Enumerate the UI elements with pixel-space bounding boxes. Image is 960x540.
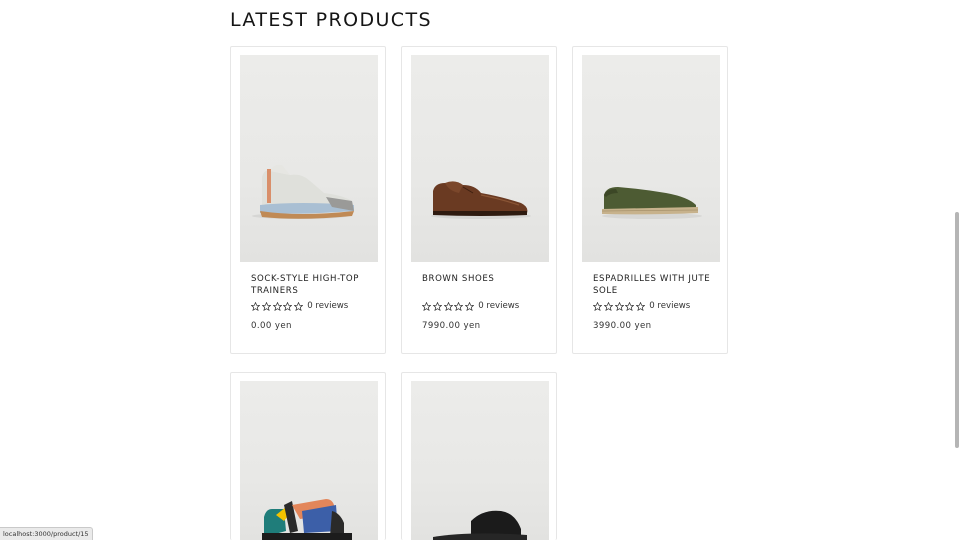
product-card[interactable] <box>401 372 557 540</box>
product-price: 0.00 yen <box>251 321 292 331</box>
star-outline-icon <box>614 301 624 311</box>
product-image[interactable] <box>411 381 549 540</box>
star-outline-icon <box>272 301 282 311</box>
product-image[interactable] <box>411 55 549 262</box>
trainer-shoe-image <box>252 164 354 219</box>
product-image[interactable] <box>582 55 720 262</box>
product-card[interactable]: BROWN SHOES 0 reviews 7990.00 yen <box>401 46 557 354</box>
product-name[interactable]: ESPADRILLES WITH JUTE SOLE <box>593 273 713 297</box>
star-outline-icon <box>422 301 431 311</box>
sandal-image <box>262 499 352 540</box>
star-outline-icon <box>603 301 613 311</box>
star-outline-icon <box>625 301 635 311</box>
product-price: 7990.00 yen <box>422 321 481 331</box>
star-outline-icon <box>294 301 304 311</box>
product-card[interactable]: SOCK-STYLE HIGH-TOP TRAINERS 0 reviews 0… <box>230 46 386 354</box>
product-price: 3990.00 yen <box>593 321 652 331</box>
star-outline-icon <box>283 301 293 311</box>
brown-shoe-image <box>431 181 531 219</box>
slide-sandal-image <box>433 510 527 540</box>
star-outline-icon <box>261 301 271 311</box>
product-name[interactable]: BROWN SHOES <box>422 273 542 285</box>
product-image[interactable] <box>240 55 378 262</box>
espadrille-image <box>601 187 702 219</box>
review-count: 0 reviews <box>649 301 691 311</box>
star-outline-icon <box>454 301 464 311</box>
star-outline-icon <box>593 301 602 311</box>
rating-stars <box>593 301 646 311</box>
review-count: 0 reviews <box>478 301 520 311</box>
product-rating: 0 reviews <box>593 301 690 311</box>
page: LATEST PRODUCTS SOCK-STYLE HIGH-TOP TRAI… <box>0 0 960 540</box>
product-rating: 0 reviews <box>251 301 348 311</box>
star-outline-icon <box>636 301 646 311</box>
star-outline-icon <box>443 301 453 311</box>
star-outline-icon <box>251 301 260 311</box>
star-outline-icon <box>465 301 475 311</box>
product-name[interactable]: SOCK-STYLE HIGH-TOP TRAINERS <box>251 273 371 297</box>
link-status-bar: localhost:3000/product/15 <box>0 527 93 540</box>
rating-stars <box>251 301 304 311</box>
rating-stars <box>422 301 475 311</box>
scrollbar[interactable] <box>954 0 960 540</box>
review-count: 0 reviews <box>307 301 349 311</box>
star-outline-icon <box>432 301 442 311</box>
product-rating: 0 reviews <box>422 301 519 311</box>
product-card[interactable]: ESPADRILLES WITH JUTE SOLE 0 reviews 399… <box>572 46 728 354</box>
section-title: LATEST PRODUCTS <box>230 9 432 31</box>
scrollbar-thumb[interactable] <box>955 212 959 448</box>
product-card[interactable] <box>230 372 386 540</box>
product-image[interactable] <box>240 381 378 540</box>
